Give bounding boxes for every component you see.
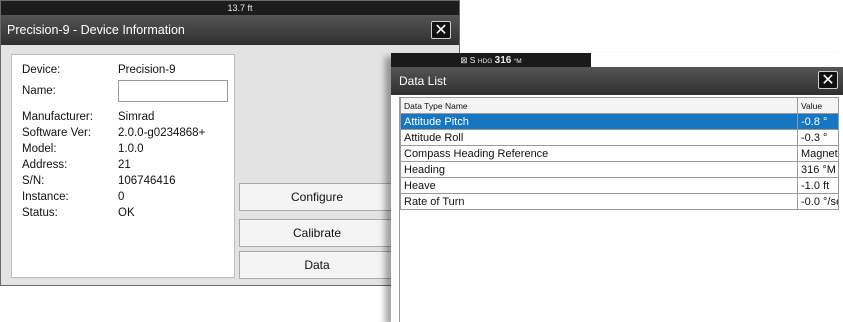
row-value: -0.8 ° <box>797 113 839 130</box>
software-version-label: Software Ver: <box>22 127 92 139</box>
data-table-container[interactable]: Data Type Name Value Attitude Pitch -0.8… <box>399 97 839 322</box>
status-indicator: ⊠ S <box>460 55 476 65</box>
row-name: Heading <box>400 161 798 178</box>
device-value: Precision-9 <box>118 64 176 76</box>
name-input[interactable] <box>118 80 228 102</box>
name-label: Name: <box>22 85 56 97</box>
row-value: -0.0 °/sec <box>797 193 839 210</box>
hdg-unit: °M <box>513 58 522 65</box>
close-icon: ✕ <box>821 72 835 89</box>
heading-status-bar: ⊠ S HDG 316 °M <box>391 53 591 67</box>
row-value: Magnetic <box>797 145 839 162</box>
row-name: Rate of Turn <box>400 193 798 210</box>
table-header-row: Data Type Name Value <box>400 97 839 114</box>
software-version-value: 2.0.0-g0234868+ <box>118 127 206 139</box>
hdg-label: HDG <box>477 58 493 65</box>
device-label: Device: <box>22 64 61 76</box>
close-icon: ✕ <box>434 22 448 39</box>
row-name: Heave <box>400 177 798 194</box>
calibrate-button[interactable]: Calibrate <box>239 219 395 247</box>
model-label: Model: <box>22 143 57 155</box>
row-value: -0.3 ° <box>797 129 839 146</box>
configure-button[interactable]: Configure <box>239 183 395 211</box>
window-title: Data List <box>391 67 843 95</box>
device-details-panel: Device: Precision-9 Name: Manufacturer: … <box>11 54 235 278</box>
row-value: 316 °M <box>797 161 839 178</box>
row-name: Attitude Roll <box>400 129 798 146</box>
table-row[interactable]: Rate of Turn -0.0 °/sec <box>400 193 839 210</box>
close-button[interactable]: ✕ <box>818 71 838 89</box>
status-label: Status: <box>22 207 58 219</box>
address-value: 21 <box>118 159 131 171</box>
row-name: Attitude Pitch <box>400 113 798 130</box>
table-row[interactable]: Attitude Pitch -0.8 ° <box>400 113 839 130</box>
instance-value: 0 <box>118 191 125 203</box>
table-row[interactable]: Heave -1.0 ft <box>400 177 839 194</box>
model-value: 1.0.0 <box>118 143 144 155</box>
manufacturer-value: Simrad <box>118 111 155 123</box>
window-title: Precision-9 - Device Information <box>1 15 459 45</box>
data-button[interactable]: Data <box>239 251 395 279</box>
address-label: Address: <box>22 159 68 171</box>
column-header-value[interactable]: Value <box>797 97 839 114</box>
table-row[interactable]: Attitude Roll -0.3 ° <box>400 129 839 146</box>
data-table: Data Type Name Value Attitude Pitch -0.8… <box>400 97 839 210</box>
data-list-window: ⊠ S HDG 316 °M Data List ✕ Data Type Nam… <box>391 53 843 322</box>
instance-label: Instance: <box>22 191 69 203</box>
serial-number-value: 106746416 <box>118 175 176 187</box>
row-value: -1.0 ft <box>797 177 839 194</box>
serial-number-label: S/N: <box>22 175 45 187</box>
column-header-name[interactable]: Data Type Name <box>400 97 798 114</box>
table-row[interactable]: Compass Heading Reference Magnetic <box>400 145 839 162</box>
close-button[interactable]: ✕ <box>431 21 451 39</box>
manufacturer-label: Manufacturer: <box>22 111 93 123</box>
status-value: OK <box>118 207 135 219</box>
row-name: Compass Heading Reference <box>400 145 798 162</box>
table-row[interactable]: Heading 316 °M <box>400 161 839 178</box>
hdg-value: 316 <box>494 55 512 66</box>
depth-status-bar: 13.7 ft <box>1 1 459 15</box>
